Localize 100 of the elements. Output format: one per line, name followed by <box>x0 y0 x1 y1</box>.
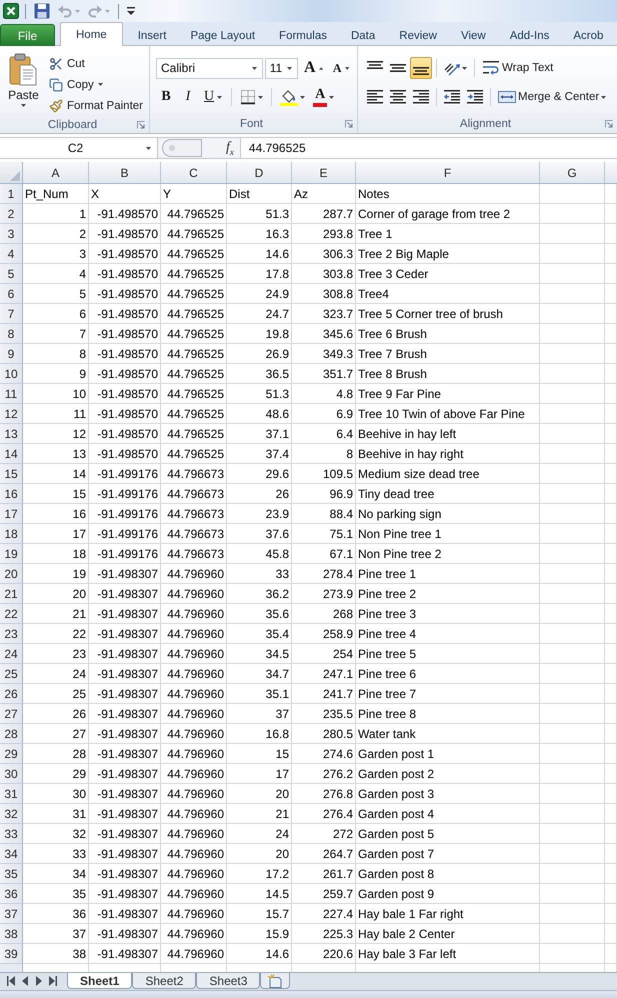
italic-button[interactable]: I <box>178 86 198 108</box>
table-cell: Tree 6 Brush <box>356 324 540 344</box>
save-icon <box>34 3 50 19</box>
ribbon-tab[interactable]: Formulas <box>267 24 339 46</box>
table-cell: 258.9 <box>292 624 356 644</box>
paintbrush-icon <box>48 98 63 112</box>
name-box[interactable]: C2 <box>0 138 158 158</box>
paste-button[interactable]: Paste <box>4 51 43 115</box>
table-cell: 33 <box>23 844 89 864</box>
sheet-tab[interactable]: Sheet2 <box>132 973 196 989</box>
empty-cell <box>605 524 617 544</box>
empty-cell <box>540 504 605 524</box>
table-cell: 15.7 <box>227 904 292 924</box>
spreadsheet-app-icon <box>3 3 19 19</box>
empty-cell <box>605 204 617 224</box>
table-cell: 44.796525 <box>161 364 227 384</box>
table-cell: 3 <box>23 244 89 264</box>
column-letter: F <box>356 162 540 183</box>
empty-cell <box>540 244 605 264</box>
table-cell: 2 <box>23 224 89 244</box>
empty-cell <box>540 464 605 484</box>
empty-cell <box>540 884 605 904</box>
sheet-tab[interactable]: Sheet1 <box>67 973 132 989</box>
table-cell: -91.498307 <box>89 624 161 644</box>
column-letter: C <box>161 162 227 183</box>
dialog-launcher-icon[interactable] <box>137 120 145 128</box>
table-cell: 44.796960 <box>161 904 227 924</box>
formula-input[interactable]: 44.796525 <box>240 138 617 158</box>
save-button[interactable] <box>32 1 52 21</box>
dialog-launcher-icon[interactable] <box>605 120 613 128</box>
table-cell: 8 <box>292 444 356 464</box>
row-number: 16 <box>0 484 23 504</box>
grip-handle-icon[interactable] <box>162 139 202 157</box>
first-sheet-icon <box>5 975 17 987</box>
empty-cell <box>540 564 605 584</box>
sheet-tab[interactable]: Sheet3 <box>196 973 260 989</box>
empty-cell <box>540 804 605 824</box>
table-cell: 274.6 <box>292 744 356 764</box>
ribbon-tab[interactable]: Review <box>387 24 449 46</box>
table-cell: 38 <box>23 944 89 964</box>
table-cell: Garden post 5 <box>356 824 540 844</box>
row-number: 3 <box>0 224 23 244</box>
cut-button[interactable]: Cut <box>46 53 145 74</box>
table-cell: 51.3 <box>227 204 292 224</box>
row-number: 13 <box>0 424 23 444</box>
wrap-text-button[interactable]: Wrap Text <box>479 57 556 79</box>
font-name-field[interactable]: Calibri <box>156 58 263 78</box>
dialog-launcher-icon[interactable] <box>345 120 353 128</box>
table-cell: 75.1 <box>292 524 356 544</box>
ribbon-tab[interactable]: View <box>449 24 498 46</box>
underline-button[interactable]: U <box>200 86 226 108</box>
row-number: 6 <box>0 284 23 304</box>
copy-button[interactable]: Copy <box>46 74 145 95</box>
row-number: 21 <box>0 584 23 604</box>
table-cell: -91.498307 <box>89 844 161 864</box>
table-cell: 276.4 <box>292 804 356 824</box>
ribbon-tab[interactable]: Page Layout <box>178 24 268 46</box>
last-sheet-icon <box>47 975 59 987</box>
shrink-font-button[interactable]: A <box>328 57 353 79</box>
grow-font-button[interactable]: A <box>300 57 327 79</box>
table-cell: 273.9 <box>292 584 356 604</box>
ribbon-tab[interactable]: Home <box>60 22 123 46</box>
empty-cell <box>540 664 605 684</box>
font-size-field[interactable]: 11 <box>264 58 298 78</box>
format-painter-button[interactable]: Format Painter <box>46 95 145 116</box>
table-cell: 34.7 <box>227 664 292 684</box>
insert-sheet-button[interactable] <box>260 973 290 989</box>
table-cell: Non Pine tree 2 <box>356 544 540 564</box>
last-sheet-button[interactable] <box>46 973 60 989</box>
paint-bucket-icon <box>280 88 298 106</box>
group-label: Clipboard <box>48 118 98 130</box>
table-cell: 44.796525 <box>161 204 227 224</box>
table-cell: Tree 1 <box>356 224 540 244</box>
indent-increase-icon <box>467 90 483 104</box>
table-cell: 96.9 <box>292 484 356 504</box>
table-cell: 351.7 <box>292 364 356 384</box>
bold-button[interactable]: B <box>156 86 176 108</box>
merge-center-button[interactable]: Merge & Center <box>495 86 610 108</box>
table-cell: -91.498307 <box>89 704 161 724</box>
file-tab[interactable]: File <box>0 24 55 46</box>
table-cell: 254 <box>292 644 356 664</box>
table-cell: 24 <box>227 824 292 844</box>
font-color-button[interactable]: A <box>310 86 338 108</box>
empty-cell <box>540 404 605 424</box>
table-cell: -91.499176 <box>89 524 161 544</box>
table-cell: -91.498307 <box>89 684 161 704</box>
ribbon-tab[interactable]: Add-Ins <box>498 24 562 46</box>
ribbon-tab[interactable]: Acrob <box>561 24 616 46</box>
bottom-align-button[interactable] <box>410 57 432 79</box>
border-grid-icon <box>240 89 256 105</box>
column-letter: E <box>292 162 356 183</box>
table-cell: 44.796960 <box>161 824 227 844</box>
table-cell: Hay bale 3 Far left <box>356 944 540 964</box>
table-cell: -91.498307 <box>89 664 161 684</box>
empty-cell <box>605 504 617 524</box>
ribbon-tab[interactable]: Insert <box>126 24 178 46</box>
ribbon-tab[interactable]: Data <box>338 24 388 46</box>
table-cell: 44.796673 <box>161 504 227 524</box>
first-sheet-button[interactable] <box>4 973 18 989</box>
function-label: f$_{x}$ <box>226 140 235 156</box>
